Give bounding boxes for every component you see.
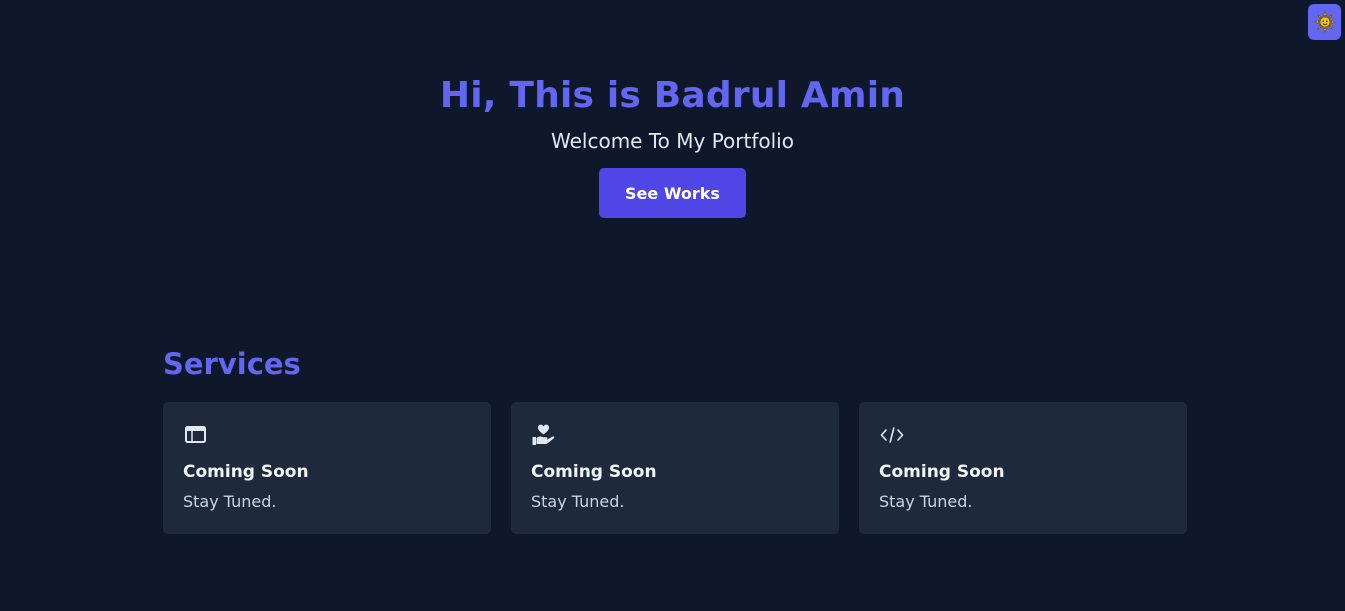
service-card: Coming Soon Stay Tuned. <box>859 402 1187 534</box>
hero-subtitle: Welcome To My Portfolio <box>551 129 794 153</box>
services-section: Services Coming Soon Stay Tuned. Coming … <box>163 344 1187 534</box>
hero-title: Hi, This is Badrul Amin <box>439 75 906 116</box>
sun-icon <box>1313 11 1336 33</box>
hand-heart-icon <box>531 422 819 448</box>
hero-section: Hi, This is Badrul Amin Welcome To My Po… <box>0 72 1345 218</box>
code-icon <box>879 422 1167 448</box>
see-works-button[interactable]: See Works <box>599 168 746 218</box>
service-card: Coming Soon Stay Tuned. <box>511 402 839 534</box>
services-cards: Coming Soon Stay Tuned. Coming Soon Stay… <box>163 402 1187 534</box>
services-title: Services <box>163 347 301 381</box>
service-card-title: Coming Soon <box>531 462 657 482</box>
browser-window-icon <box>183 422 471 448</box>
service-card-title: Coming Soon <box>183 462 309 482</box>
service-card-text: Stay Tuned. <box>183 492 277 511</box>
service-card-text: Stay Tuned. <box>531 492 625 511</box>
service-card-text: Stay Tuned. <box>879 492 973 511</box>
service-card: Coming Soon Stay Tuned. <box>163 402 491 534</box>
theme-toggle-button[interactable] <box>1308 4 1341 40</box>
service-card-title: Coming Soon <box>879 462 1005 482</box>
